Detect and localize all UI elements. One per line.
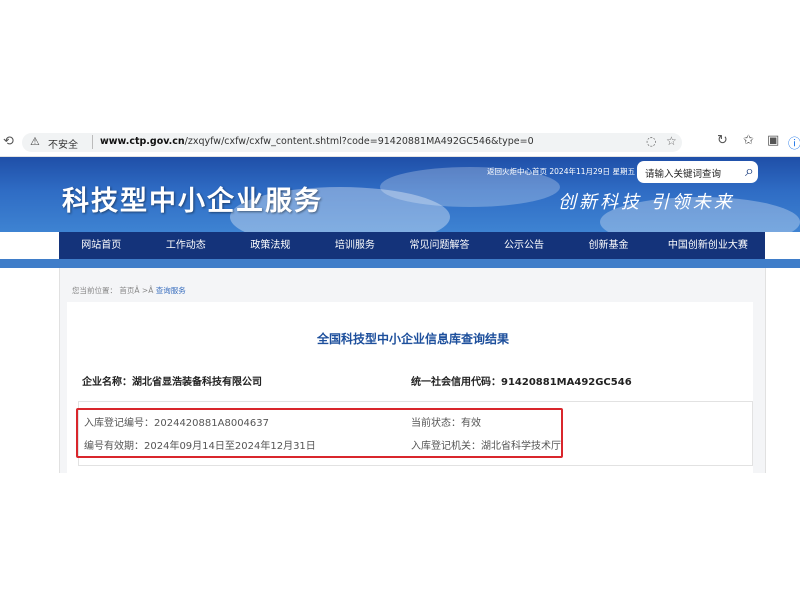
site-banner: 科技型中小企业服务 返回火炬中心首页 2024年11月29日 星期五 请输入关键… — [0, 157, 800, 232]
url-path: /zxqyfw/cxfw/cxfw_content.shtml?code=914… — [184, 136, 534, 147]
nav-item-training[interactable]: 培训服务 — [313, 232, 398, 259]
info-icon[interactable]: ⓘ — [788, 133, 800, 152]
separator — [92, 135, 93, 149]
credit-code-row: 统一社会信用代码：91420881MA492GC546 — [411, 373, 632, 388]
back-icon[interactable]: ⟲ — [3, 134, 14, 149]
company-name: 湖北省显浩装备科技有限公司 — [132, 377, 262, 388]
main-nav: 网站首页 工作动态 政策法规 培训服务 常见问题解答 公示公告 创新基金 中国创… — [59, 232, 765, 259]
nav-item-home[interactable]: 网站首页 — [59, 232, 144, 259]
breadcrumb-prefix: 您当前位置： — [72, 286, 117, 295]
reload-icon[interactable]: ↻ — [717, 133, 728, 148]
highlight-box — [76, 408, 563, 458]
url-domain: www.ctp.gov.cn — [100, 136, 185, 147]
search-icon[interactable]: ⌕ — [745, 161, 754, 181]
read-aloud-icon[interactable]: ◌ — [646, 134, 656, 148]
browser-toolbar: ⟲ ⚠ 不安全 www.ctp.gov.cn/zxqyfw/cxfw/cxfw_… — [0, 129, 800, 157]
collections-icon[interactable]: ▣ — [767, 133, 779, 148]
breadcrumb-current[interactable]: 查询服务 — [156, 286, 186, 295]
address-bar[interactable]: ⚠ 不安全 www.ctp.gov.cn/zxqyfw/cxfw/cxfw_co… — [22, 133, 682, 152]
nav-item-news[interactable]: 工作动态 — [144, 232, 229, 259]
company-name-label: 企业名称： — [82, 377, 132, 388]
site-title: 科技型中小企业服务 — [62, 186, 323, 217]
header-band — [0, 259, 800, 268]
nav-item-competition[interactable]: 中国创新创业大赛 — [651, 232, 765, 259]
credit-code: 91420881MA492GC546 — [501, 377, 632, 388]
favorite-icon[interactable]: ☆ — [666, 134, 677, 148]
breadcrumb: 您当前位置： 首页Â >Â 查询服务 — [72, 285, 186, 296]
company-name-row: 企业名称：湖北省显浩装备科技有限公司 — [82, 373, 262, 388]
search-box[interactable]: 请输入关键词查询 ⌕ — [637, 161, 758, 183]
url-text[interactable]: www.ctp.gov.cn/zxqyfw/cxfw/cxfw_content.… — [100, 136, 534, 147]
search-input[interactable]: 请输入关键词查询 — [645, 166, 721, 180]
nav-item-policy[interactable]: 政策法规 — [228, 232, 313, 259]
page-title: 全国科技型中小企业信息库查询结果 — [316, 332, 509, 346]
credit-code-label: 统一社会信用代码： — [411, 377, 501, 388]
breadcrumb-home[interactable]: 首页Â >Â — [119, 286, 153, 295]
nav-item-faq[interactable]: 常见问题解答 — [397, 232, 482, 259]
warning-icon: ⚠ — [30, 135, 40, 148]
site-slogan: 创新科技 引领未来 — [558, 192, 735, 213]
favorites-icon[interactable]: ✩ — [743, 133, 754, 148]
nav-item-notices[interactable]: 公示公告 — [482, 232, 567, 259]
top-links[interactable]: 返回火炬中心首页 2024年11月29日 星期五 — [487, 166, 635, 177]
security-label: 不安全 — [48, 140, 78, 151]
nav-item-innovation-fund[interactable]: 创新基金 — [566, 232, 651, 259]
